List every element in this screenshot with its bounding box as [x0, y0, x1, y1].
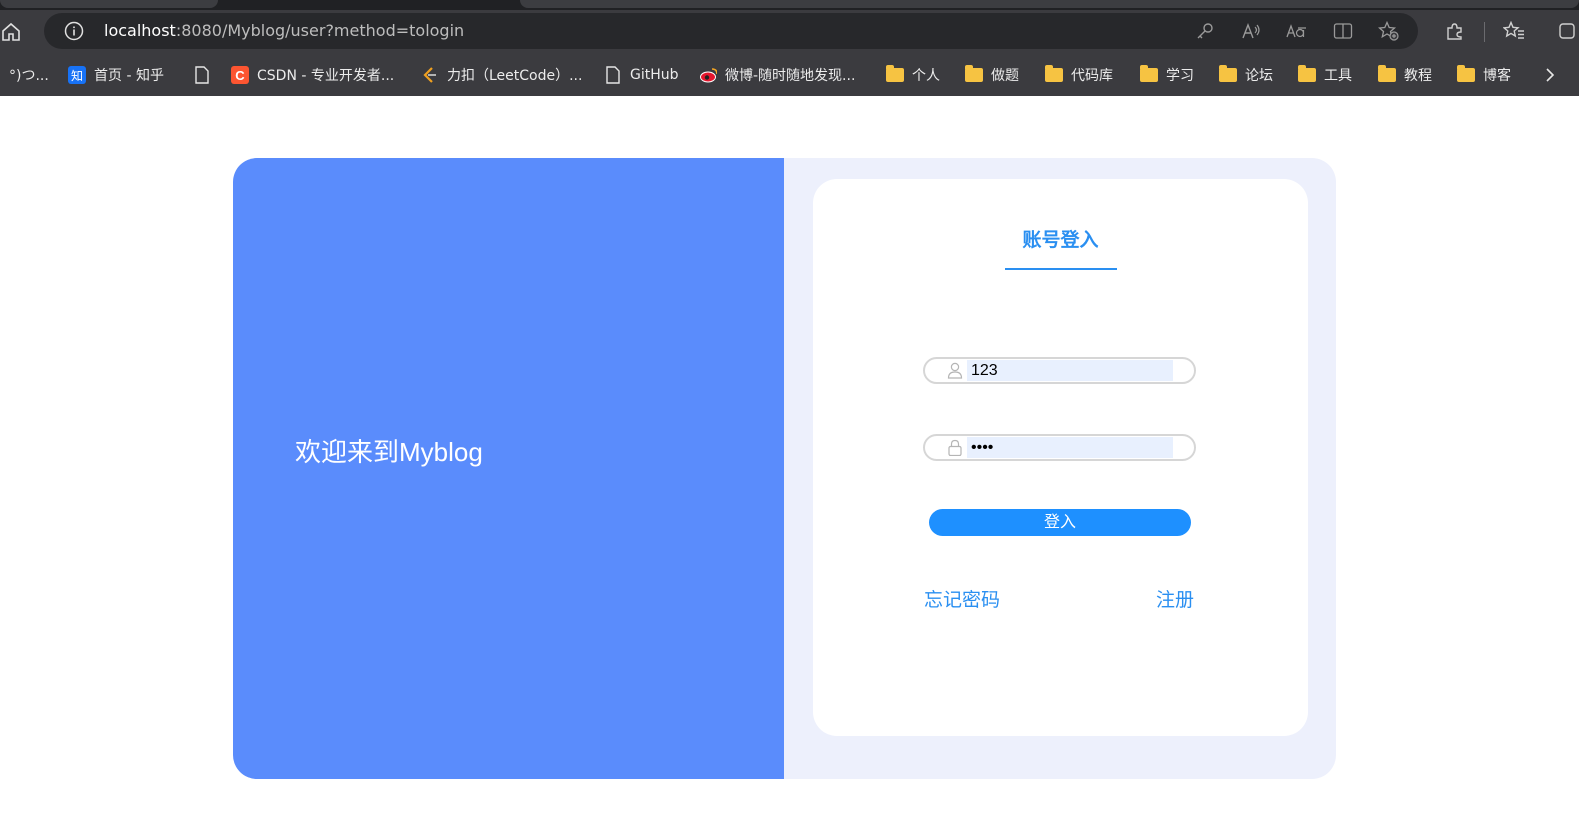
- toolbar-divider: [1484, 22, 1485, 42]
- folder-icon: [1378, 65, 1396, 84]
- bookmark-label: 博客: [1483, 68, 1511, 84]
- site-info-icon[interactable]: [64, 21, 84, 41]
- bookmark-label: 个人: [912, 68, 940, 84]
- split-screen-icon[interactable]: [1332, 21, 1354, 41]
- bookmark-label: GitHub: [630, 67, 679, 83]
- bookmark-folder[interactable]: 个人: [886, 64, 940, 86]
- login-title-tab[interactable]: 账号登入: [813, 225, 1308, 252]
- bookmark-label: 力扣（LeetCode）...: [447, 68, 583, 84]
- forgot-password-link[interactable]: 忘记密码: [924, 585, 1000, 612]
- username-input[interactable]: 123: [967, 360, 1173, 381]
- collections-icon[interactable]: [1556, 19, 1579, 43]
- read-aloud-icon[interactable]: [1240, 21, 1262, 41]
- bookmark-label: 教程: [1404, 68, 1432, 84]
- address-bar[interactable]: localhost:8080/Myblog/user?method=tologi…: [44, 13, 1418, 49]
- folder-icon: [965, 65, 983, 84]
- url-host: localhost: [104, 21, 176, 40]
- url-text[interactable]: localhost:8080/Myblog/user?method=tologi…: [104, 21, 464, 40]
- folder-icon: [1140, 65, 1158, 84]
- leetcode-icon: [421, 66, 439, 84]
- bookmark-label: CSDN - 专业开发者...: [257, 68, 395, 84]
- page-icon: [604, 66, 622, 84]
- browser-tab[interactable]: [520, 0, 1579, 8]
- bookmark-folder[interactable]: 博客: [1457, 64, 1511, 86]
- login-card: 欢迎来到Myblog 账号登入 123 •••• 登入 忘记密码 注册: [233, 158, 1336, 779]
- password-input[interactable]: ••••: [967, 437, 1173, 458]
- svg-text:C: C: [235, 68, 245, 83]
- bookmark-folder[interactable]: 论坛: [1219, 64, 1273, 86]
- bookmark-label: 首页 - 知乎: [94, 68, 164, 84]
- extensions-icon[interactable]: [1442, 19, 1466, 43]
- bookmark-item[interactable]: 微博-随时随地发现...: [699, 64, 855, 86]
- bookmark-folder[interactable]: 做题: [965, 64, 1019, 86]
- folder-icon: [1457, 65, 1475, 84]
- password-field[interactable]: ••••: [923, 434, 1196, 461]
- folder-icon: [1045, 65, 1063, 84]
- weibo-icon: [699, 66, 717, 84]
- bookmark-folder[interactable]: 工具: [1298, 64, 1352, 86]
- bookmark-label: °)つ...: [9, 68, 49, 84]
- browser-toolbar: localhost:8080/Myblog/user?method=tologi…: [0, 10, 1579, 54]
- bookmark-label: 工具: [1324, 68, 1352, 84]
- svg-text:知: 知: [71, 69, 83, 83]
- bookmark-label: 论坛: [1245, 68, 1273, 84]
- bookmark-folder[interactable]: 教程: [1378, 64, 1432, 86]
- folder-icon: [886, 65, 904, 84]
- folder-icon: [1219, 65, 1237, 84]
- tab-strip: [0, 0, 1579, 10]
- more-bookmarks-chevron-icon[interactable]: [1544, 64, 1556, 86]
- csdn-icon: C: [231, 66, 249, 84]
- add-favorite-icon[interactable]: [1378, 21, 1400, 41]
- page-icon: [193, 66, 211, 84]
- zhihu-icon: 知: [68, 66, 86, 84]
- bookmark-item[interactable]: °)つ...: [9, 64, 49, 86]
- bookmarks-bar: °)つ... 知 首页 - 知乎 C CSDN - 专业开发者... 力扣（Le…: [0, 54, 1579, 96]
- register-link[interactable]: 注册: [1156, 585, 1194, 612]
- login-panel: 账号登入 123 •••• 登入 忘记密码 注册: [784, 158, 1336, 779]
- translate-icon[interactable]: [1286, 21, 1308, 41]
- bookmark-label: 微博-随时随地发现...: [725, 68, 856, 84]
- bookmark-item[interactable]: C CSDN - 专业开发者...: [231, 64, 394, 86]
- favorites-icon[interactable]: [1502, 19, 1526, 43]
- bookmark-item[interactable]: 力扣（LeetCode）...: [421, 64, 582, 86]
- key-icon[interactable]: [1194, 21, 1216, 41]
- username-field[interactable]: 123: [923, 357, 1196, 384]
- bookmark-item[interactable]: GitHub: [604, 64, 679, 86]
- title-underline: [1005, 268, 1117, 270]
- login-button[interactable]: 登入: [929, 509, 1191, 536]
- lock-icon: [947, 439, 963, 457]
- user-icon: [947, 362, 963, 379]
- bookmark-item[interactable]: [193, 64, 211, 86]
- welcome-text: 欢迎来到Myblog: [295, 437, 483, 467]
- bookmark-label: 学习: [1166, 68, 1194, 84]
- folder-icon: [1298, 65, 1316, 84]
- bookmark-folder[interactable]: 代码库: [1045, 64, 1113, 86]
- bookmark-label: 代码库: [1071, 68, 1113, 84]
- login-form: 账号登入 123 •••• 登入 忘记密码 注册: [813, 179, 1308, 736]
- browser-tab[interactable]: [0, 0, 218, 8]
- bookmark-folder[interactable]: 学习: [1140, 64, 1194, 86]
- bookmark-label: 做题: [991, 68, 1019, 84]
- bookmark-item[interactable]: 知 首页 - 知乎: [68, 64, 164, 86]
- home-icon[interactable]: [0, 20, 22, 44]
- welcome-panel: 欢迎来到Myblog: [233, 158, 784, 779]
- url-path: :8080/Myblog/user?method=tologin: [175, 21, 465, 40]
